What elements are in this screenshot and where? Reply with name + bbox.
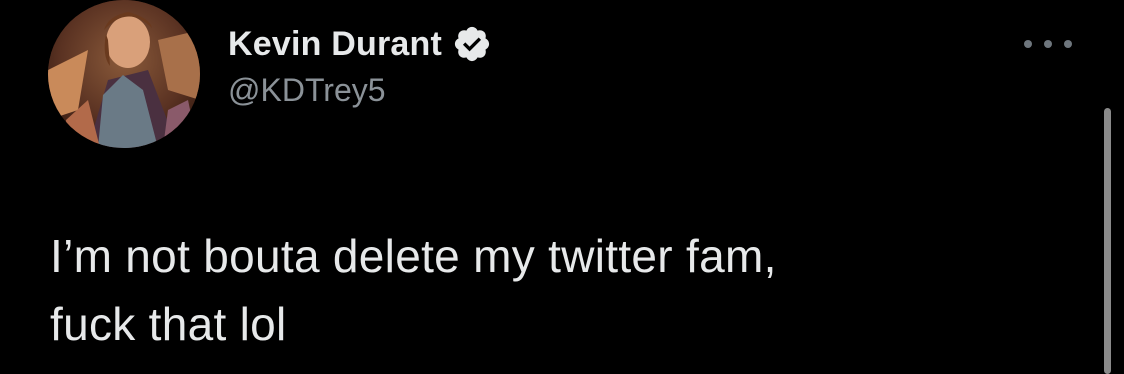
- dot-icon: [1044, 40, 1052, 48]
- name-row: Kevin Durant: [228, 22, 492, 66]
- scrollbar[interactable]: [1104, 108, 1111, 374]
- tweet-card: Kevin Durant @KDTrey5 I’m not bouta dele…: [0, 0, 1124, 374]
- user-handle[interactable]: @KDTrey5: [228, 72, 492, 109]
- dot-icon: [1064, 40, 1072, 48]
- more-options-icon[interactable]: [1024, 34, 1072, 54]
- tweet-text: I’m not bouta delete my twitter fam, fuc…: [50, 230, 777, 350]
- avatar[interactable]: [48, 0, 200, 148]
- verified-badge-icon: [452, 24, 492, 64]
- display-name[interactable]: Kevin Durant: [228, 25, 442, 64]
- avatar-image: [48, 0, 200, 148]
- dot-icon: [1024, 40, 1032, 48]
- author-info: Kevin Durant @KDTrey5: [228, 22, 492, 109]
